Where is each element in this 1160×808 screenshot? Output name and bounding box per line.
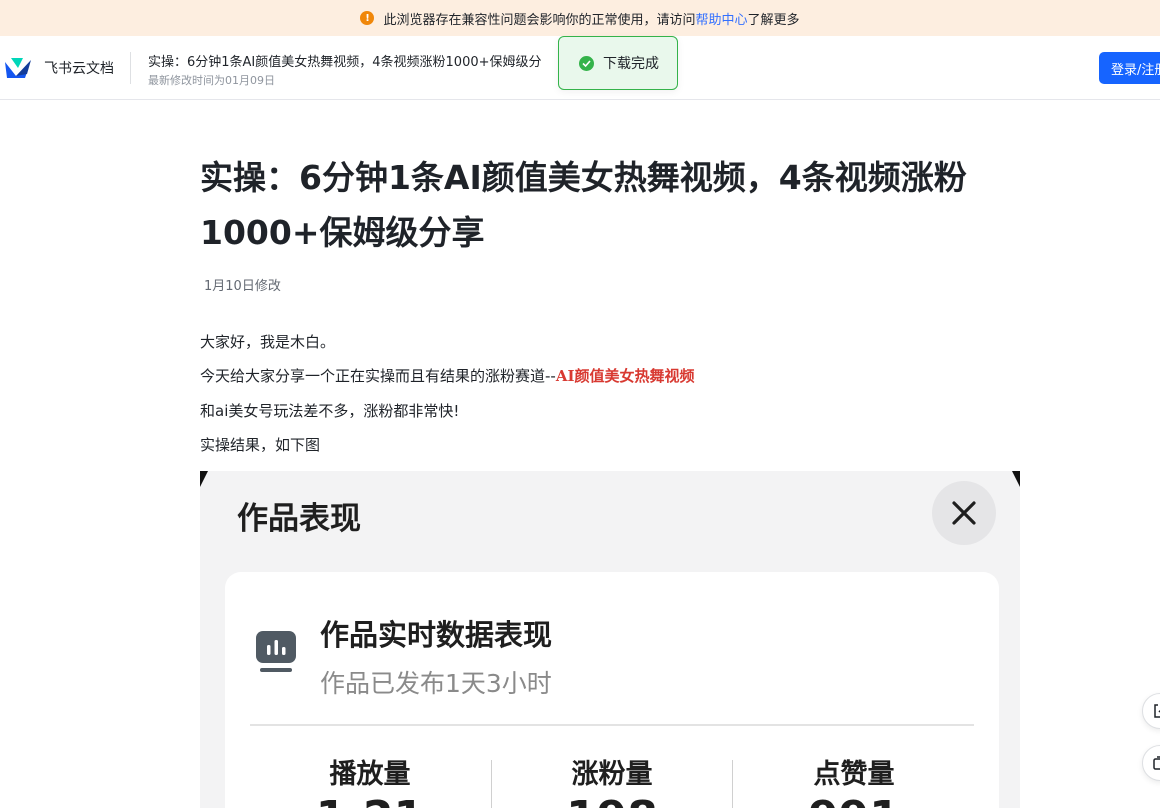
paragraph: 大家好，我是木白。 — [200, 333, 336, 351]
share-button[interactable] — [1142, 693, 1160, 729]
card-title: 作品实时数据表现 — [320, 618, 553, 652]
stat-label-plays: 播放量 — [329, 759, 411, 790]
card-divider — [250, 724, 974, 726]
help-center-link[interactable]: 帮助中心 — [695, 9, 747, 28]
paragraph: 今天给大家分享一个正在实操而且有结果的涨粉赛道--AI颜值美女热舞视频 — [200, 365, 694, 386]
copy-button[interactable] — [1142, 745, 1160, 781]
compat-banner: ! 此浏览器存在兼容性问题会影响你的正常使用，请访问 帮助中心 了解更多 — [0, 0, 1160, 36]
brand-name[interactable]: 飞书云文档 — [44, 58, 114, 78]
warning-icon: ! — [360, 11, 375, 25]
banner-text-after: 了解更多 — [747, 12, 800, 28]
header-last-modified: 最新修改时间为01月09日 — [148, 74, 275, 87]
feishu-logo-icon[interactable] — [3, 56, 33, 80]
stat-label-followers: 涨粉量 — [571, 759, 653, 790]
login-register-button[interactable]: 登录/注册 — [1099, 52, 1160, 84]
paragraph: 和ai美女号玩法差不多，涨粉都非常快! — [200, 402, 460, 420]
stat-label-likes: 点赞量 — [813, 759, 895, 790]
copy-icon — [1153, 756, 1160, 770]
toast-text: 下载完成 — [603, 56, 659, 72]
stat-value-likes: 991 — [734, 792, 974, 808]
header-doc-title: 实操：6分钟1条AI颜值美女热舞视频，4条视频涨粉1000+保姆级分 — [148, 55, 542, 70]
article-modified-date: 1月10日修改 — [204, 279, 281, 294]
card-subtitle: 作品已发布1天3小时 — [320, 669, 552, 698]
stat-divider — [732, 760, 733, 808]
banner-text: 此浏览器存在兼容性问题会影响你的正常使用，请访问 — [383, 12, 696, 28]
highlight-text: AI颜值美女热舞视频 — [555, 367, 695, 385]
bar-chart-icon — [256, 631, 296, 672]
download-complete-toast: 下载完成 — [558, 36, 678, 90]
stats-card: 作品实时数据表现 作品已发布1天3小时 播放量 1.21 涨粉量 198 点赞量… — [225, 572, 999, 808]
stat-value-plays: 1.21 — [250, 792, 490, 808]
share-icon — [1154, 704, 1160, 718]
header-divider — [130, 52, 131, 84]
article-title: 实操：6分钟1条AI颜值美女热舞视频，4条视频涨粉1000+保姆级分享 — [200, 158, 967, 252]
success-check-icon — [579, 55, 594, 71]
stat-value-followers: 198 — [492, 792, 732, 808]
paragraph-text: 今天给大家分享一个正在实操而且有结果的涨粉赛道-- — [200, 367, 556, 385]
screenshot-title: 作品表现 — [237, 501, 361, 537]
result-screenshot-image[interactable]: 作品表现 作品实时数据表现 作品已发布1天3小时 播放量 1.21 涨粉量 19… — [200, 471, 1020, 808]
close-icon — [932, 481, 996, 545]
paragraph: 实操结果，如下图 — [200, 436, 321, 454]
